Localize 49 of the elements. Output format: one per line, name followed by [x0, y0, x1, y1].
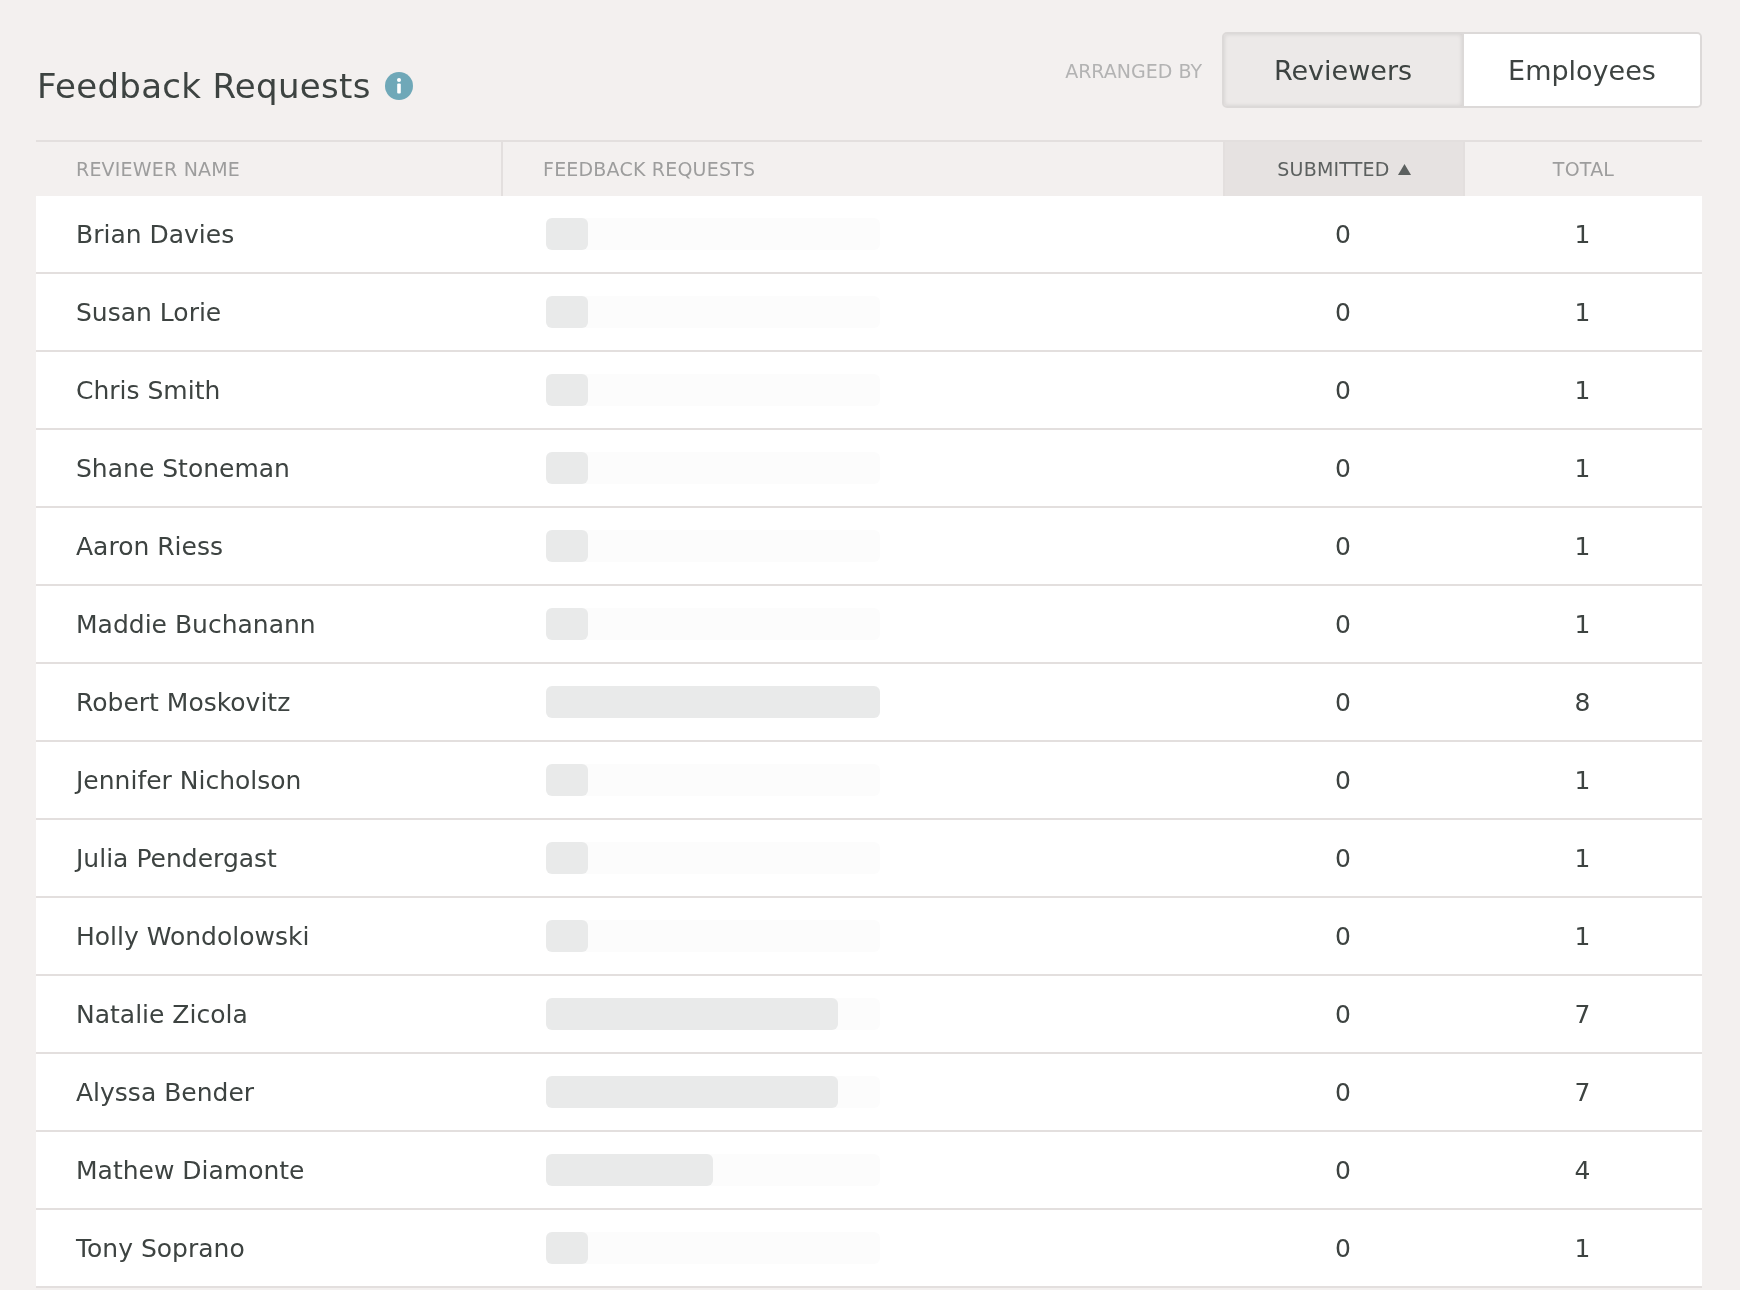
- submitted-count: 0: [1335, 297, 1351, 327]
- submitted-count: 0: [1335, 765, 1351, 795]
- submitted-count: 0: [1335, 219, 1351, 249]
- total-count: 7: [1574, 1077, 1591, 1107]
- total-count: 8: [1574, 687, 1591, 717]
- submitted-count: 0: [1335, 687, 1351, 717]
- total-count: 7: [1574, 999, 1591, 1029]
- total-count: 1: [1574, 609, 1591, 639]
- sort-ascending-icon: [1397, 163, 1411, 175]
- column-header[interactable]: SUBMITTED: [1223, 142, 1463, 196]
- submitted-count: 0: [1335, 1077, 1351, 1107]
- total-count: 1: [1574, 375, 1591, 405]
- reviewer-name: Jennifer Nicholson: [73, 765, 303, 795]
- submitted-count: 0: [1335, 1155, 1351, 1185]
- info-icon[interactable]: [384, 72, 413, 100]
- total-count: 1: [1574, 219, 1591, 249]
- arranged-by-label: ARRANGED BY: [1065, 60, 1202, 82]
- page-title: Feedback Requests: [37, 66, 371, 106]
- submitted-count: 0: [1335, 453, 1351, 483]
- reviewer-name: Robert Moskovitz: [75, 687, 292, 717]
- reviewer-name: Natalie Zicola: [75, 999, 249, 1029]
- total-count: 1: [1574, 1233, 1591, 1263]
- total-count: 1: [1574, 765, 1591, 795]
- reviewer-name: Julia Pendergast: [73, 843, 278, 873]
- arrange-toggle-button[interactable]: Employees: [1462, 34, 1700, 106]
- submitted-count: 0: [1335, 843, 1351, 873]
- reviewer-name: Shane Stoneman: [75, 453, 291, 483]
- reviewer-name: Alyssa Bender: [75, 1077, 256, 1107]
- reviewer-name: Chris Smith: [75, 375, 222, 405]
- reviewer-name: Mathew Diamonte: [75, 1155, 306, 1185]
- submitted-count: 0: [1335, 609, 1351, 639]
- reviewer-name: Tony Soprano: [75, 1233, 246, 1263]
- total-count: 1: [1574, 843, 1591, 873]
- submitted-count: 0: [1335, 1233, 1351, 1263]
- submitted-count: 0: [1335, 375, 1351, 405]
- arrange-toggle-button[interactable]: Reviewers: [1224, 34, 1462, 106]
- reviewer-name: Aaron Riess: [75, 531, 224, 561]
- total-count: 1: [1574, 531, 1591, 561]
- reviewer-name: Maddie Buchanann: [75, 609, 317, 639]
- total-count: 1: [1574, 453, 1591, 483]
- submitted-count: 0: [1335, 921, 1351, 951]
- reviewer-name: Susan Lorie: [75, 297, 223, 327]
- total-count: 1: [1574, 297, 1591, 327]
- reviewer-name: Brian Davies: [75, 219, 236, 249]
- total-count: 4: [1574, 1155, 1591, 1185]
- submitted-count: 0: [1335, 531, 1351, 561]
- reviewer-name: Holly Wondolowski: [75, 921, 311, 951]
- total-count: 1: [1574, 921, 1591, 951]
- submitted-count: 0: [1335, 999, 1351, 1029]
